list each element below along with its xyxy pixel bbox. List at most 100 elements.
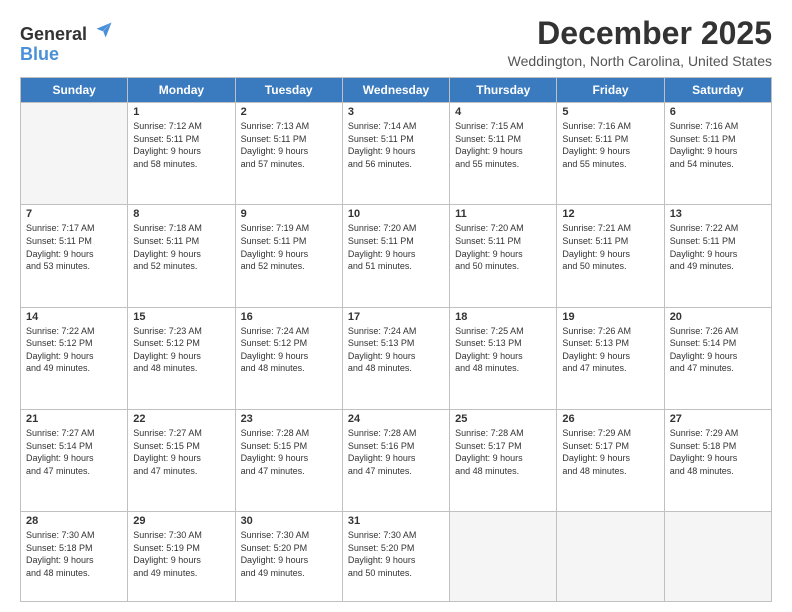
day-number: 16	[241, 311, 337, 323]
day-number: 3	[348, 106, 444, 118]
day-number: 15	[133, 311, 229, 323]
calendar-cell: 8 Sunrise: 7:18 AMSunset: 5:11 PMDaylight…	[128, 205, 235, 307]
day-info: Sunrise: 7:17 AMSunset: 5:11 PMDaylight:…	[26, 222, 122, 272]
day-number: 5	[562, 106, 658, 118]
header: General Blue December 2025 Weddington, N…	[20, 16, 772, 69]
calendar-cell: 17Sunrise: 7:24 AMSunset: 5:13 PMDayligh…	[342, 307, 449, 409]
day-info: Sunrise: 7:28 AMSunset: 5:17 PMDaylight:…	[455, 427, 551, 477]
day-number: 19	[562, 311, 658, 323]
day-info: Sunrise: 7:24 AMSunset: 5:13 PMDaylight:…	[348, 325, 444, 375]
day-info: Sunrise: 7:13 AMSunset: 5:11 PMDaylight:…	[241, 120, 337, 170]
calendar-cell: 2 Sunrise: 7:13 AMSunset: 5:11 PMDaylight…	[235, 103, 342, 205]
day-number: 4	[455, 106, 551, 118]
day-info: Sunrise: 7:28 AMSunset: 5:15 PMDaylight:…	[241, 427, 337, 477]
day-info: Sunrise: 7:24 AMSunset: 5:12 PMDaylight:…	[241, 325, 337, 375]
calendar-cell: 18Sunrise: 7:25 AMSunset: 5:13 PMDayligh…	[450, 307, 557, 409]
day-number: 22	[133, 413, 229, 425]
day-header-saturday: Saturday	[664, 78, 771, 103]
day-info: Sunrise: 7:27 AMSunset: 5:14 PMDaylight:…	[26, 427, 122, 477]
day-number: 26	[562, 413, 658, 425]
calendar-cell: 30Sunrise: 7:30 AMSunset: 5:20 PMDayligh…	[235, 512, 342, 602]
logo-bird-icon	[94, 20, 114, 40]
day-number: 21	[26, 413, 122, 425]
day-info: Sunrise: 7:16 AMSunset: 5:11 PMDaylight:…	[562, 120, 658, 170]
day-info: Sunrise: 7:30 AMSunset: 5:18 PMDaylight:…	[26, 529, 122, 579]
calendar-cell: 7 Sunrise: 7:17 AMSunset: 5:11 PMDaylight…	[21, 205, 128, 307]
calendar-cell: 26Sunrise: 7:29 AMSunset: 5:17 PMDayligh…	[557, 409, 664, 511]
day-info: Sunrise: 7:22 AMSunset: 5:11 PMDaylight:…	[670, 222, 766, 272]
day-header-friday: Friday	[557, 78, 664, 103]
day-number: 28	[26, 515, 122, 527]
day-number: 25	[455, 413, 551, 425]
calendar-cell: 28 Sunrise: 7:30 AMSunset: 5:18 PMDayligh…	[21, 512, 128, 602]
calendar-cell: 4 Sunrise: 7:15 AMSunset: 5:11 PMDaylight…	[450, 103, 557, 205]
day-info: Sunrise: 7:28 AMSunset: 5:16 PMDaylight:…	[348, 427, 444, 477]
day-info: Sunrise: 7:29 AMSunset: 5:18 PMDaylight:…	[670, 427, 766, 477]
day-number: 11	[455, 208, 551, 220]
calendar-cell: 19 Sunrise: 7:26 AMSunset: 5:13 PMDayligh…	[557, 307, 664, 409]
day-header-monday: Monday	[128, 78, 235, 103]
day-number: 13	[670, 208, 766, 220]
calendar-cell: 10Sunrise: 7:20 AMSunset: 5:11 PMDayligh…	[342, 205, 449, 307]
calendar-cell	[557, 512, 664, 602]
day-info: Sunrise: 7:15 AMSunset: 5:11 PMDaylight:…	[455, 120, 551, 170]
day-info: Sunrise: 7:14 AMSunset: 5:11 PMDaylight:…	[348, 120, 444, 170]
calendar-cell: 15 Sunrise: 7:23 AMSunset: 5:12 PMDayligh…	[128, 307, 235, 409]
calendar-cell: 5 Sunrise: 7:16 AMSunset: 5:11 PMDaylight…	[557, 103, 664, 205]
calendar-cell: 24 Sunrise: 7:28 AMSunset: 5:16 PMDayligh…	[342, 409, 449, 511]
calendar-week-4: 21 Sunrise: 7:27 AMSunset: 5:14 PMDayligh…	[21, 409, 772, 511]
calendar-cell: 27 Sunrise: 7:29 AMSunset: 5:18 PMDayligh…	[664, 409, 771, 511]
calendar-cell: 9Sunrise: 7:19 AMSunset: 5:11 PMDaylight…	[235, 205, 342, 307]
calendar-cell: 13 Sunrise: 7:22 AMSunset: 5:11 PMDayligh…	[664, 205, 771, 307]
day-info: Sunrise: 7:20 AMSunset: 5:11 PMDaylight:…	[455, 222, 551, 272]
calendar-cell: 31Sunrise: 7:30 AMSunset: 5:20 PMDayligh…	[342, 512, 449, 602]
calendar-cell: 20Sunrise: 7:26 AMSunset: 5:14 PMDayligh…	[664, 307, 771, 409]
calendar-cell	[450, 512, 557, 602]
day-number: 14	[26, 311, 122, 323]
day-number: 8	[133, 208, 229, 220]
day-info: Sunrise: 7:26 AMSunset: 5:13 PMDaylight:…	[562, 325, 658, 375]
calendar-cell: 12 Sunrise: 7:21 AMSunset: 5:11 PMDayligh…	[557, 205, 664, 307]
day-info: Sunrise: 7:19 AMSunset: 5:11 PMDaylight:…	[241, 222, 337, 272]
day-info: Sunrise: 7:23 AMSunset: 5:12 PMDaylight:…	[133, 325, 229, 375]
day-number: 10	[348, 208, 444, 220]
calendar-cell: 14Sunrise: 7:22 AMSunset: 5:12 PMDayligh…	[21, 307, 128, 409]
calendar-cell: 11 Sunrise: 7:20 AMSunset: 5:11 PMDayligh…	[450, 205, 557, 307]
day-info: Sunrise: 7:26 AMSunset: 5:14 PMDaylight:…	[670, 325, 766, 375]
day-info: Sunrise: 7:18 AMSunset: 5:11 PMDaylight:…	[133, 222, 229, 272]
day-number: 7	[26, 208, 122, 220]
location: Weddington, North Carolina, United State…	[508, 53, 772, 69]
day-info: Sunrise: 7:25 AMSunset: 5:13 PMDaylight:…	[455, 325, 551, 375]
day-info: Sunrise: 7:30 AMSunset: 5:20 PMDaylight:…	[241, 529, 337, 579]
day-number: 24	[348, 413, 444, 425]
day-number: 27	[670, 413, 766, 425]
day-number: 12	[562, 208, 658, 220]
day-number: 2	[241, 106, 337, 118]
day-info: Sunrise: 7:30 AMSunset: 5:20 PMDaylight:…	[348, 529, 444, 579]
day-header-sunday: Sunday	[21, 78, 128, 103]
day-info: Sunrise: 7:16 AMSunset: 5:11 PMDaylight:…	[670, 120, 766, 170]
calendar-cell: 1Sunrise: 7:12 AMSunset: 5:11 PMDaylight…	[128, 103, 235, 205]
month-title: December 2025	[508, 16, 772, 51]
day-info: Sunrise: 7:30 AMSunset: 5:19 PMDaylight:…	[133, 529, 229, 579]
day-header-wednesday: Wednesday	[342, 78, 449, 103]
calendar-week-3: 14Sunrise: 7:22 AMSunset: 5:12 PMDayligh…	[21, 307, 772, 409]
calendar: SundayMondayTuesdayWednesdayThursdayFrid…	[20, 77, 772, 602]
calendar-cell	[664, 512, 771, 602]
calendar-header: SundayMondayTuesdayWednesdayThursdayFrid…	[21, 78, 772, 103]
day-number: 23	[241, 413, 337, 425]
calendar-cell: 25 Sunrise: 7:28 AMSunset: 5:17 PMDayligh…	[450, 409, 557, 511]
calendar-body: 1Sunrise: 7:12 AMSunset: 5:11 PMDaylight…	[21, 103, 772, 602]
day-number: 29	[133, 515, 229, 527]
day-info: Sunrise: 7:12 AMSunset: 5:11 PMDaylight:…	[133, 120, 229, 170]
title-block: December 2025 Weddington, North Carolina…	[508, 16, 772, 69]
calendar-week-5: 28 Sunrise: 7:30 AMSunset: 5:18 PMDayligh…	[21, 512, 772, 602]
calendar-cell: 29 Sunrise: 7:30 AMSunset: 5:19 PMDayligh…	[128, 512, 235, 602]
day-header-thursday: Thursday	[450, 78, 557, 103]
day-info: Sunrise: 7:21 AMSunset: 5:11 PMDaylight:…	[562, 222, 658, 272]
day-header-tuesday: Tuesday	[235, 78, 342, 103]
page: General Blue December 2025 Weddington, N…	[0, 0, 792, 612]
calendar-week-1: 1Sunrise: 7:12 AMSunset: 5:11 PMDaylight…	[21, 103, 772, 205]
calendar-cell: 3 Sunrise: 7:14 AMSunset: 5:11 PMDaylight…	[342, 103, 449, 205]
calendar-cell: 22Sunrise: 7:27 AMSunset: 5:15 PMDayligh…	[128, 409, 235, 511]
